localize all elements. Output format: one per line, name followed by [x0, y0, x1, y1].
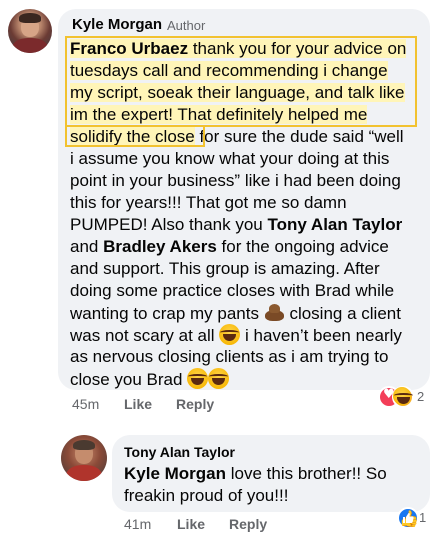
comment-text-span: and support. This group is amazing. Afte…: [70, 259, 380, 278]
comment-line: PUMPED! Also thank you Tony Alan Taylor: [70, 214, 402, 236]
comment-text-span: point in your business” like i had been …: [70, 171, 401, 190]
comment-text-span: im the expert! That definitely helped me: [70, 105, 368, 124]
reply-line1-text: love this brother!! So: [226, 464, 387, 483]
reply-reply-button[interactable]: Reply: [229, 516, 267, 532]
comment-text-span: i haven’t been nearly: [240, 326, 402, 345]
mention-link[interactable]: Franco Urbaez: [70, 39, 189, 58]
comment-text-span: PUMPED! Also thank you: [70, 215, 268, 234]
comment-text: Franco Urbaez thank you for your advice …: [70, 38, 426, 390]
laughing-emoji-icon: [219, 324, 241, 345]
reply-line2-text: freakin proud of you!!!: [124, 486, 289, 505]
comment-text-span: i assume you know what your doing at thi…: [70, 149, 390, 168]
mention-link[interactable]: Tony Alan Taylor: [267, 215, 402, 234]
comment-text-span: as nervous closing clients as i am tryin…: [70, 347, 389, 366]
comment-text-span: for sure the dude said “well: [194, 127, 404, 146]
comment-line: and Bradley Akers for the ongoing advice: [70, 236, 389, 258]
comment-line: as nervous closing clients as i am tryin…: [70, 346, 388, 368]
comment-text-span: closing a client: [284, 304, 401, 323]
comment-reactions[interactable]: 2: [378, 386, 430, 408]
comment-reply-button[interactable]: Reply: [176, 396, 214, 412]
author-badge: Author: [167, 18, 206, 33]
comment-text-span: this for years!!! That got me so damn: [70, 193, 347, 212]
comment-text-span: and: [70, 237, 104, 256]
replier-avatar[interactable]: [61, 435, 107, 481]
comment-line: doing some practice closes with Brad whi…: [70, 280, 394, 302]
reply-timestamp[interactable]: 41m: [124, 516, 151, 532]
poop-emoji-icon: [264, 302, 285, 323]
comment-text-span: was not scary at all: [70, 326, 220, 345]
comment-author-name[interactable]: Kyle Morgan: [72, 16, 162, 33]
comment-line: close you Brad: [70, 368, 230, 391]
comment-line: point in your business” like i had been …: [70, 170, 401, 192]
comment-text-span: for the ongoing advice: [216, 237, 389, 256]
comment-text-span: wanting to crap my pants: [70, 304, 264, 323]
commenter-avatar[interactable]: [8, 9, 52, 53]
care-reaction-icon: [392, 386, 414, 408]
comment-line: wanting to crap my pants closing a clien…: [70, 302, 401, 325]
comment-line: was not scary at all i haven’t been near…: [70, 324, 402, 347]
comment-text-span: close you Brad: [70, 370, 188, 389]
comment-line: my script, soeak their language, and tal…: [70, 82, 405, 104]
comment-line: i assume you know what your doing at thi…: [70, 148, 389, 170]
comment-timestamp[interactable]: 45m: [72, 396, 99, 412]
laughing-emoji-icon: [187, 368, 209, 389]
like-reaction-icon: [397, 507, 419, 529]
comment-text-span: doing some practice closes with Brad whi…: [70, 281, 395, 300]
comment-like-button[interactable]: Like: [124, 396, 152, 412]
comment-line: tuesdays call and recommending i change: [70, 60, 388, 82]
comment-text-span: my script, soeak their language, and tal…: [70, 83, 405, 102]
comment-reaction-count: 2: [417, 389, 425, 404]
comment-line: im the expert! That definitely helped me: [70, 104, 368, 126]
reply-reaction-count: 1: [419, 510, 427, 525]
comment-line: Franco Urbaez thank you for your advice …: [70, 38, 407, 60]
mention-link[interactable]: Bradley Akers: [103, 237, 217, 256]
comment-line: this for years!!! That got me so damn: [70, 192, 347, 214]
reply-reactions[interactable]: 1: [397, 507, 431, 529]
reply-mention[interactable]: Kyle Morgan: [124, 464, 226, 483]
comment-text-span: solidify the close: [70, 127, 195, 146]
laughing-emoji-icon: [208, 368, 230, 389]
reply-author-name[interactable]: Tony Alan Taylor: [124, 444, 235, 460]
reply-like-button[interactable]: Like: [177, 516, 205, 532]
comment-line: solidify the close for sure the dude sai…: [70, 126, 404, 148]
comment-text-span: tuesdays call and recommending i change: [70, 61, 388, 80]
comment-line: and support. This group is amazing. Afte…: [70, 258, 380, 280]
comment-text-span: thank you for your advice on: [188, 39, 407, 58]
